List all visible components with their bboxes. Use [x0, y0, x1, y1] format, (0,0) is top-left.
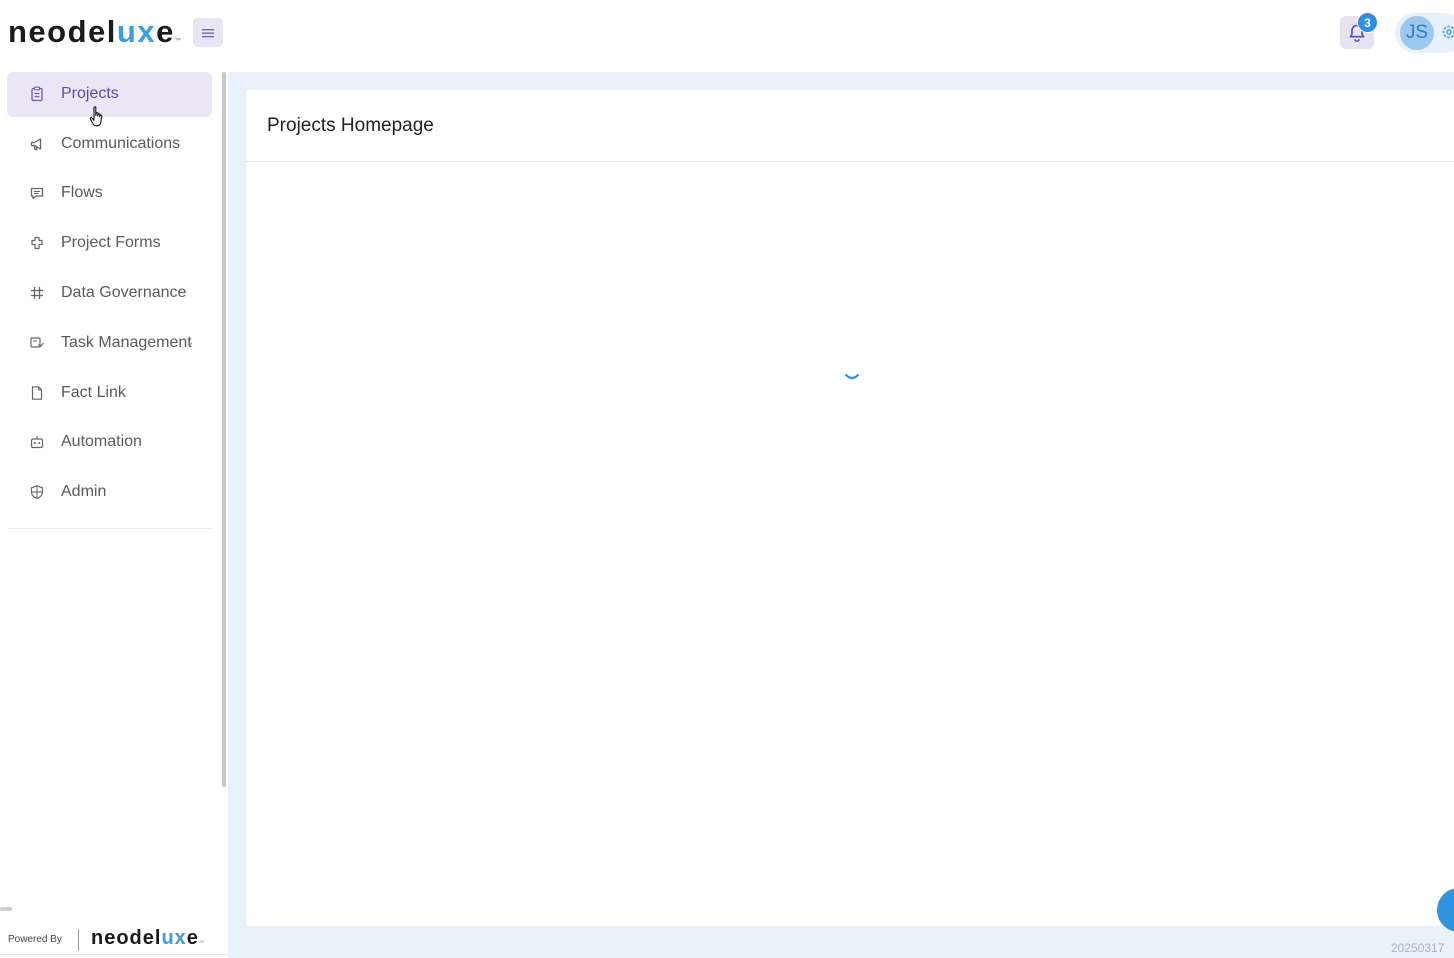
content-card [245, 90, 1454, 926]
sidebar-item-fact-link[interactable]: Fact Link [7, 371, 212, 416]
horizontal-scrollbar[interactable] [0, 907, 12, 911]
loading-spinner-icon [844, 373, 860, 380]
sidebar-item-project-forms[interactable]: Project Forms [7, 221, 212, 266]
hand-cursor-icon [89, 106, 103, 127]
avatar[interactable]: JS [1400, 16, 1434, 50]
sidebar-item-communications[interactable]: Communications [7, 122, 212, 167]
build-version: 20250317 [1391, 941, 1445, 955]
sidebar-item-label: Task Management [61, 334, 192, 351]
megaphone-icon [30, 138, 42, 151]
footer-logo: neodeluxe™ [91, 927, 204, 949]
title-divider [245, 161, 1454, 162]
puzzle-icon [31, 236, 43, 250]
clipboard-icon [31, 86, 43, 102]
shield-icon [30, 485, 44, 499]
app-logo[interactable]: neodeluxe™ [8, 13, 181, 60]
sidebar-item-label: Project Forms [61, 234, 161, 251]
sidebar-item-label: Communications [61, 135, 181, 152]
sidebar-item-task-management[interactable]: Task Management ⌄ [7, 321, 212, 366]
task-icon [30, 337, 44, 348]
robot-icon [30, 436, 44, 449]
hamburger-icon [202, 28, 214, 37]
grid-hash-icon [31, 287, 43, 299]
notification-count-badge: 3 [1357, 12, 1378, 33]
sidebar-item-label: Data Governance [61, 284, 187, 301]
sidebar-item-label: Admin [61, 483, 107, 500]
page-title: Projects Homepage [267, 115, 434, 136]
sidebar-item-automation[interactable]: Automation [7, 420, 212, 465]
sidebar-divider [7, 528, 212, 529]
sidebar-scrollbar[interactable] [222, 72, 226, 787]
sidebar-item-flows[interactable]: Flows [7, 171, 212, 216]
sidebar-item-label: Projects [61, 85, 119, 102]
top-header: neodeluxe™ 3 JS [0, 0, 1454, 68]
sidebar-item-admin[interactable]: Admin [7, 470, 212, 515]
file-icon [31, 386, 43, 400]
footer-line [0, 954, 260, 955]
chevron-down-icon[interactable]: ⌄ [186, 337, 194, 348]
menu-toggle-button[interactable] [193, 18, 223, 47]
sidebar-item-label: Flows [61, 184, 103, 201]
sidebar-item-data-governance[interactable]: Data Governance [7, 271, 212, 316]
chat-icon [30, 187, 44, 200]
gear-icon[interactable] [1440, 24, 1454, 40]
sidebar: Projects Communications Flows Project Fo… [0, 68, 222, 958]
sidebar-item-label: Fact Link [61, 384, 126, 401]
sidebar-item-projects[interactable]: Projects [7, 72, 212, 117]
powered-by-label: Powered By [8, 934, 62, 945]
footer-divider [78, 929, 79, 951]
sidebar-item-label: Automation [61, 433, 142, 450]
